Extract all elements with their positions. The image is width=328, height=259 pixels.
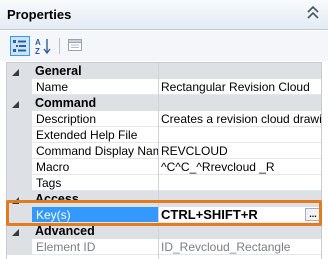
property-name: Description — [32, 111, 158, 127]
browse-ellipsis-button[interactable]: ... — [305, 208, 321, 221]
category-access[interactable]: Access — [7, 191, 321, 208]
property-row-keys[interactable]: Key(s) CTRL+SHIFT+R ... — [7, 207, 321, 223]
property-row-tags[interactable]: Tags — [7, 175, 321, 191]
svg-text:A: A — [35, 38, 41, 47]
property-name: Key(s) — [32, 207, 158, 223]
category-label: Command — [35, 96, 97, 110]
svg-text:Z: Z — [35, 47, 40, 56]
panel-titlebar: Properties — [0, 0, 328, 30]
property-row-macro[interactable]: Macro ^C^C_^Rrevcloud _R — [7, 159, 321, 175]
category-label: General — [35, 64, 82, 78]
column-splitter[interactable] — [158, 63, 159, 259]
property-row-extended-help-file[interactable]: Extended Help File — [7, 127, 321, 143]
property-value[interactable]: REVCLOUD — [159, 143, 321, 159]
collapse-icon[interactable] — [306, 5, 320, 21]
property-name: Extended Help File — [32, 127, 158, 143]
property-name: Name — [32, 79, 158, 95]
property-value: CTRL+SHIFT+R — [161, 207, 258, 222]
property-row-name[interactable]: Name Rectangular Revision Cloud — [7, 79, 321, 95]
category-label: Advanced — [35, 224, 95, 238]
property-row-element-id[interactable]: Element ID ID_Revcloud_Rectangle — [7, 239, 321, 255]
chevron-down-icon[interactable] — [11, 226, 20, 240]
categorized-icon — [11, 40, 29, 58]
property-value: ID_Revcloud_Rectangle — [159, 239, 321, 255]
property-value[interactable]: Creates a revision cloud drawing a — [159, 111, 321, 127]
property-name: Macro — [32, 159, 158, 175]
properties-toolbar: A Z — [0, 31, 328, 61]
property-name: Element ID — [32, 239, 158, 255]
chevron-down-icon[interactable] — [11, 98, 20, 112]
alphabetical-button[interactable]: A Z — [34, 36, 54, 56]
categorized-button[interactable] — [10, 36, 30, 56]
category-general[interactable]: General — [7, 63, 321, 80]
property-value[interactable]: Rectangular Revision Cloud — [159, 79, 321, 95]
property-value[interactable] — [159, 175, 321, 191]
category-command[interactable]: Command — [7, 95, 321, 112]
property-row-command-display-name[interactable]: Command Display Name REVCLOUD — [7, 143, 321, 159]
toolbar-separator — [59, 38, 60, 54]
chevron-down-icon[interactable] — [11, 66, 20, 80]
chevron-down-icon[interactable] — [11, 194, 20, 208]
property-pages-icon — [66, 39, 84, 57]
property-value[interactable] — [159, 127, 321, 143]
shortcut-keys-field[interactable]: CTRL+SHIFT+R ... — [159, 207, 321, 223]
category-advanced[interactable]: Advanced — [7, 223, 321, 240]
property-pages-button[interactable] — [66, 36, 86, 56]
property-value[interactable]: ^C^C_^Rrevcloud _R — [159, 159, 321, 175]
category-label: Access — [35, 192, 79, 206]
properties-panel: Properties A Z General Name Rectangular … — [0, 0, 328, 259]
property-name: Tags — [32, 175, 158, 191]
property-grid: General Name Rectangular Revision Cloud … — [6, 62, 322, 259]
property-name: Command Display Name — [32, 143, 158, 159]
property-row-description[interactable]: Description Creates a revision cloud dra… — [7, 111, 321, 127]
alphabetical-icon: A Z — [34, 38, 52, 59]
panel-title: Properties — [7, 7, 72, 22]
